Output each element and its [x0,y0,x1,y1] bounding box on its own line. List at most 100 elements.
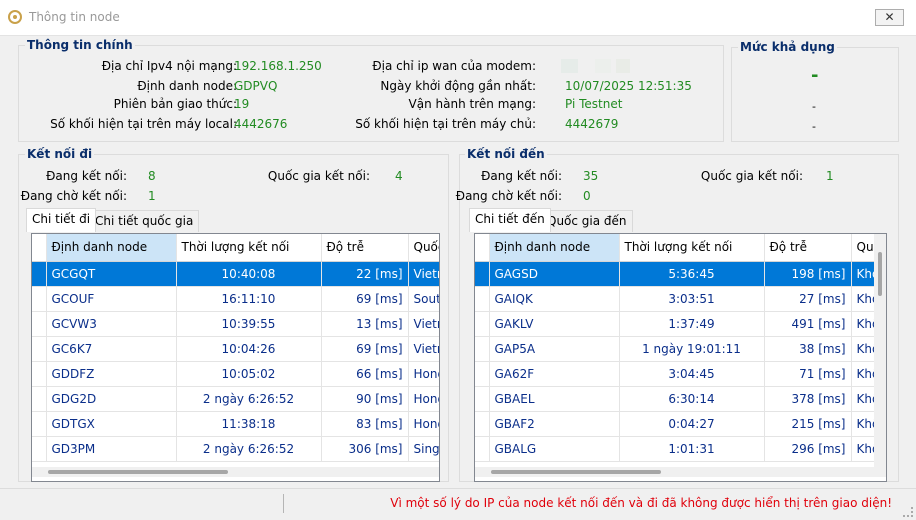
table-row[interactable]: GDG2D2 ngày 6:26:5290 [ms]Hong [32,386,439,412]
cell-duration: 10:39:55 [176,311,322,337]
local-blocks-value: 4442676 [234,117,288,131]
column-header-latency[interactable]: Độ trễ [764,234,852,262]
cell-node-id: GCVW3 [46,311,177,337]
in-country-label: Quốc gia kết nối: [700,169,803,183]
cell-duration: 10:04:26 [176,336,322,362]
boot-label: Ngày khởi động gần nhất: [380,79,536,93]
table-row[interactable]: GCGQT10:40:0822 [ms]Vietna [32,261,439,287]
incoming-horizontal-scrollbar[interactable] [475,467,886,477]
tab-incoming-details[interactable]: Chi tiết đến [469,208,551,232]
status-bar: Vì một số lý do IP của node kết nối đến … [0,488,916,520]
cell-country: Hong [408,386,439,412]
tab-outgoing-details[interactable]: Chi tiết đi [26,208,97,232]
cell-country: South [408,286,439,312]
wan-ip-label: Địa chỉ ip wan của modem: [372,59,536,73]
cell-node-id: GDDFZ [46,361,177,387]
incoming-vertical-scrollbar[interactable] [874,234,886,467]
table-row[interactable]: GC6K710:04:2669 [ms]Vietna [32,336,439,362]
cell-node-id: GC6K7 [46,336,177,362]
incoming-title: Kết nối đến [465,147,547,161]
column-header-country[interactable]: Quốc [408,234,439,262]
table-row[interactable]: GAIQK 3:03:51 27 [ms] Khô [475,286,886,312]
node-id-label: Định danh node: [137,79,237,93]
cell-node-id: GAGSD [489,261,620,287]
row-header-cell [32,234,47,262]
availability-group: Mức khả dụng - - - [731,40,899,142]
table-row[interactable]: GCOUF16:11:1069 [ms]South [32,286,439,312]
scrollbar-thumb[interactable] [48,470,228,474]
cell-latency: 69 [ms] [321,286,409,312]
table-header: Định danh node Thời lượng kết nối Độ trễ… [475,234,886,262]
node-id-value: GDPVQ [234,79,278,93]
column-header-node-id[interactable]: Định danh node [489,234,620,262]
cell-latency: 22 [ms] [321,261,409,287]
table-row[interactable]: GBAF2 0:04:27 215 [ms] Khô [475,411,886,437]
cell-node-id: GAIQK [489,286,620,312]
protocol-value: 19 [234,97,250,111]
table-row[interactable]: GCVW310:39:5513 [ms]Vietna [32,311,439,337]
server-blocks-label: Số khối hiện tại trên máy chủ: [355,117,536,131]
table-row[interactable]: GAGSD 5:36:45 198 [ms] Khô [475,261,886,287]
cell-duration: 0:04:27 [619,411,765,437]
cell-latency: 13 [ms] [321,311,409,337]
cell-latency: 71 [ms] [764,361,852,387]
cell-latency: 69 [ms] [321,336,409,362]
cell-latency: 306 [ms] [321,436,409,462]
outgoing-grid[interactable]: Định danh node Thời lượng kết nối Độ trễ… [31,233,440,482]
table-row[interactable]: GAP5A 1 ngày 19:01:11 38 [ms] Khô [475,336,886,362]
scrollbar-thumb[interactable] [878,252,882,296]
scrollbar-thumb[interactable] [491,470,661,474]
table-row[interactable]: GBAEL 6:30:14 378 [ms] Khô [475,386,886,412]
out-waiting-value: 1 [148,189,156,203]
cell-node-id: GAP5A [489,336,620,362]
cell-node-id: GDG2D [46,386,177,412]
out-connecting-label: Đang kết nối: [46,169,127,183]
column-header-latency[interactable]: Độ trễ [321,234,409,262]
cell-node-id: GAKLV [489,311,620,337]
cell-duration: 6:30:14 [619,386,765,412]
status-separator [283,494,284,513]
server-blocks-value: 4442679 [565,117,619,131]
table-row[interactable]: GDDFZ10:05:0266 [ms]Hong [32,361,439,387]
table-row[interactable]: GBALG 1:01:31 296 [ms] Khô [475,436,886,462]
outgoing-horizontal-scrollbar[interactable] [32,467,439,477]
availability-line-2: - [812,120,816,133]
cell-latency: 215 [ms] [764,411,852,437]
main-info-group: Thông tin chính Địa chỉ Ipv4 nội mạng: 1… [18,38,724,142]
column-header-node-id[interactable]: Định danh node [46,234,177,262]
outgoing-tabs: Chi tiết đi Chi tiết quốc gia [26,208,446,232]
cell-node-id: GBAF2 [489,411,620,437]
ipv4-label: Địa chỉ Ipv4 nội mạng: [101,59,237,73]
tab-incoming-countries[interactable]: Quốc gia đến [541,210,633,232]
column-header-duration[interactable]: Thời lượng kết nối [619,234,765,262]
column-header-duration[interactable]: Thời lượng kết nối [176,234,322,262]
table-row[interactable]: GA62F 3:04:45 71 [ms] Khô [475,361,886,387]
ipv4-value: 192.168.1.250 [234,59,322,73]
table-row[interactable]: GAKLV 1:37:49 491 [ms] Khô [475,311,886,337]
tab-outgoing-countries[interactable]: Chi tiết quốc gia [89,210,200,232]
in-waiting-value: 0 [583,189,591,203]
close-button[interactable]: ✕ [875,9,904,26]
in-waiting-label: Đang chờ kết nối: [455,189,562,203]
incoming-grid[interactable]: Định danh node Thời lượng kết nối Độ trễ… [474,233,887,482]
in-connecting-value: 35 [583,169,599,183]
cell-country: Vietna [408,336,439,362]
network-label: Vận hành trên mạng: [408,97,536,111]
cell-latency: 296 [ms] [764,436,852,462]
outgoing-title: Kết nối đi [25,147,95,161]
cell-duration: 2 ngày 6:26:52 [176,386,322,412]
cell-duration: 1:37:49 [619,311,765,337]
cell-duration: 16:11:10 [176,286,322,312]
availability-line-1: - [812,100,816,113]
table-row[interactable]: GDTGX11:38:1883 [ms]Hong [32,411,439,437]
table-row[interactable]: GD3PM2 ngày 6:26:52306 [ms]Singa [32,436,439,462]
cell-duration: 10:05:02 [176,361,322,387]
resize-grip-icon[interactable] [903,507,913,517]
cell-latency: 198 [ms] [764,261,852,287]
availability-main-value: - [811,65,819,86]
cell-duration: 2 ngày 6:26:52 [176,436,322,462]
table-header: Định danh node Thời lượng kết nối Độ trễ… [32,234,439,262]
wan-ip-redacted [616,59,630,73]
out-connecting-value: 8 [148,169,156,183]
cell-node-id: GA62F [489,361,620,387]
